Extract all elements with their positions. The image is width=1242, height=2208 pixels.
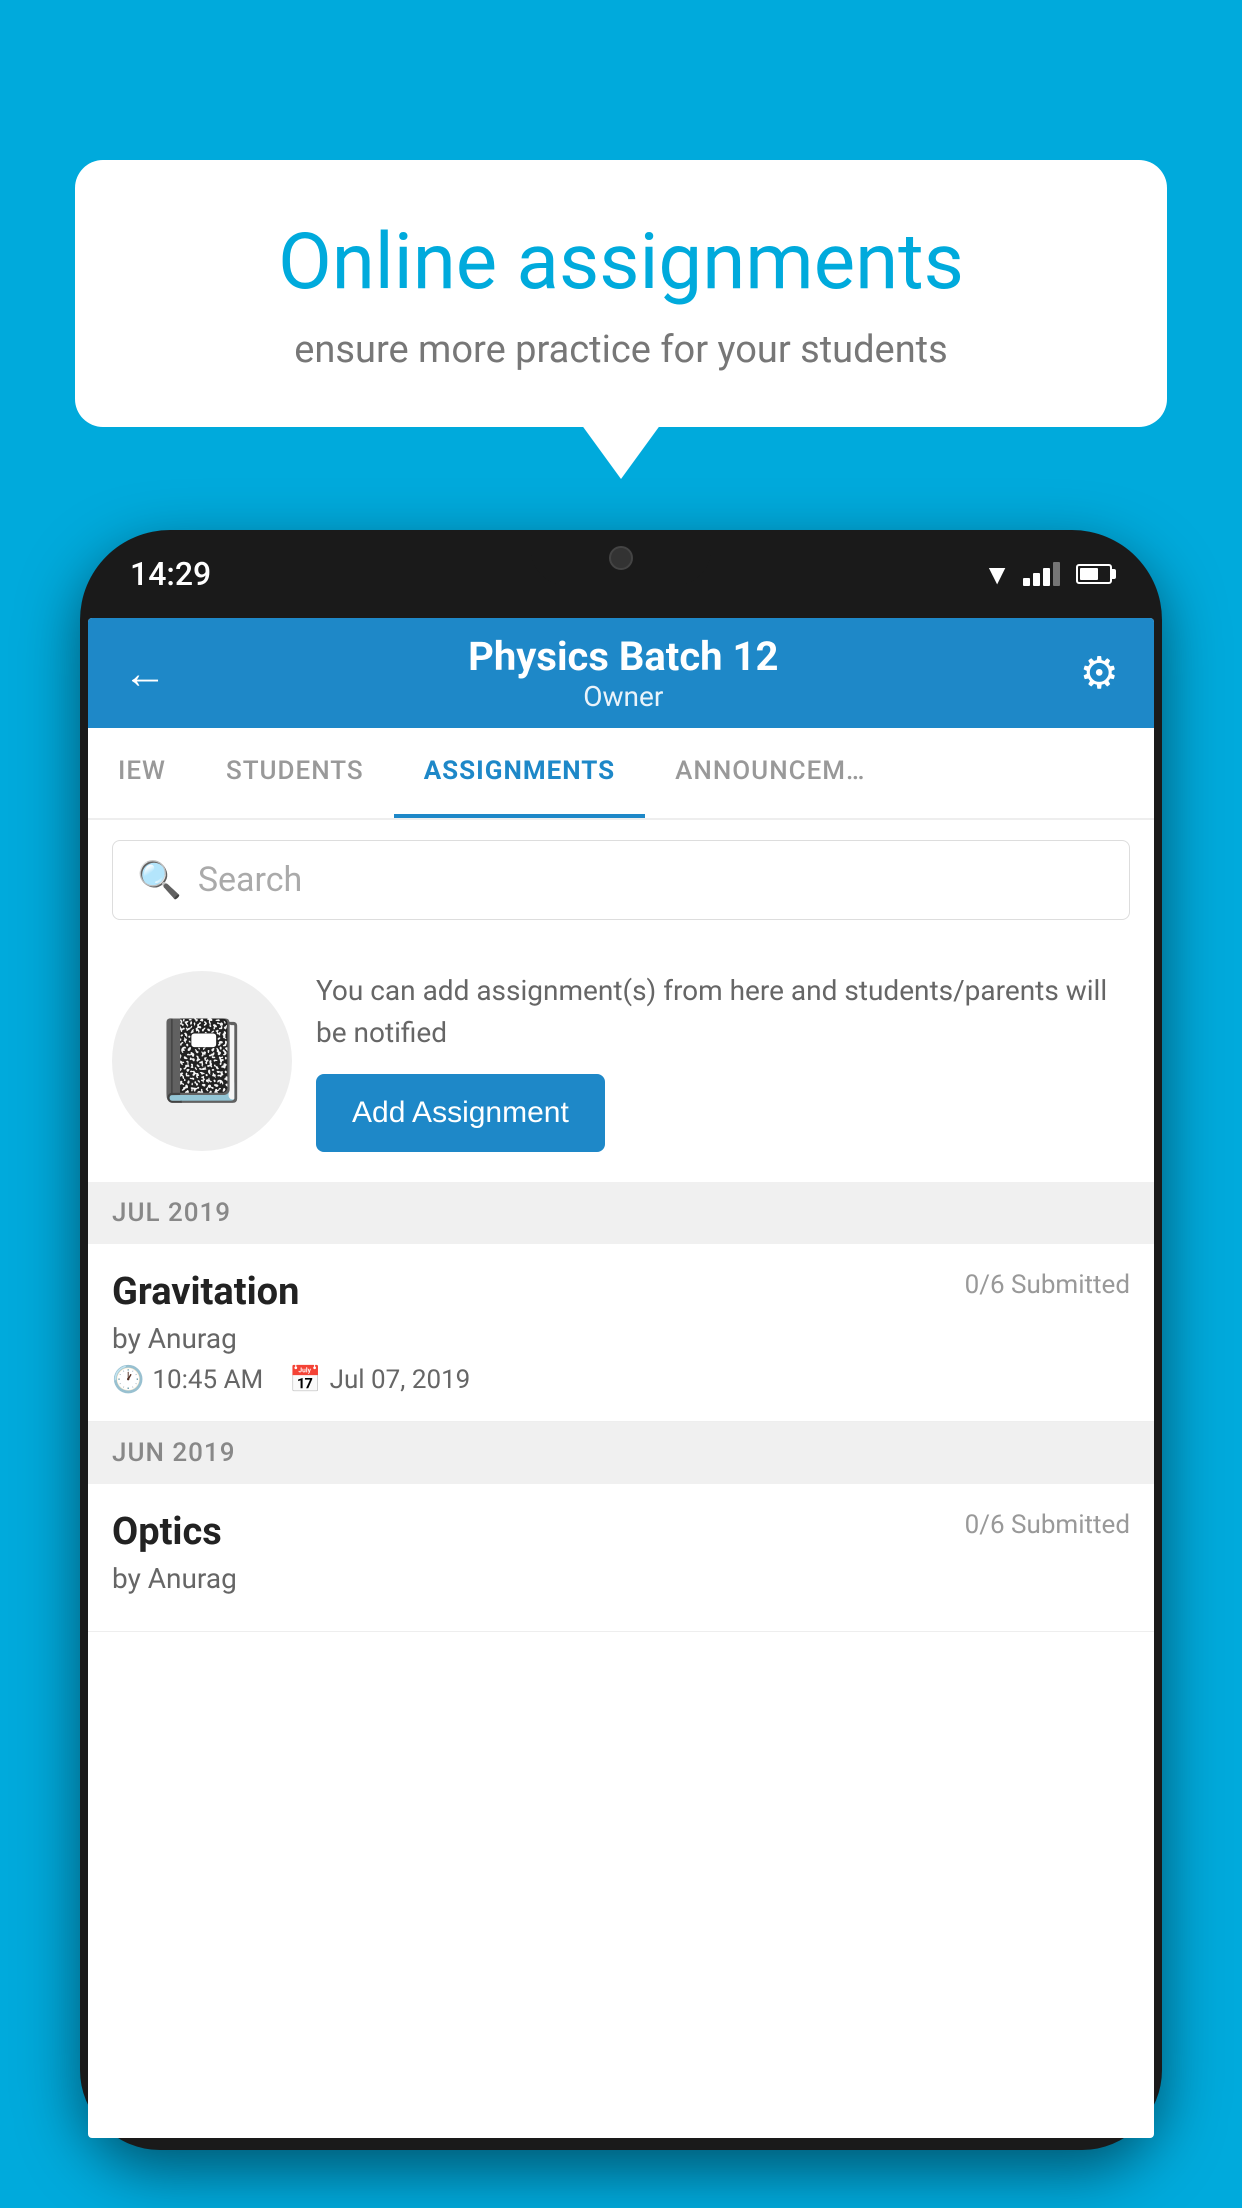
tab-assignments[interactable]: ASSIGNMENTS xyxy=(394,728,645,818)
camera-dot xyxy=(609,546,633,570)
signal-bar-1 xyxy=(1023,578,1030,586)
section-jul-2019: JUL 2019 xyxy=(88,1182,1154,1244)
assignment-author: by Anurag xyxy=(112,1322,1130,1355)
time-value: 10:45 AM xyxy=(152,1365,263,1395)
back-button[interactable]: ← xyxy=(123,647,167,699)
notebook-icon: 📓 xyxy=(152,1014,252,1108)
speech-bubble-title: Online assignments xyxy=(145,220,1097,306)
signal-bar-4 xyxy=(1053,562,1060,586)
tab-iew[interactable]: IEW xyxy=(88,728,196,818)
assignment-gravitation[interactable]: Gravitation 0/6 Submitted by Anurag 🕐 10… xyxy=(88,1244,1154,1422)
signal-bar-3 xyxy=(1043,568,1050,586)
signal-icon xyxy=(1023,562,1060,586)
speech-bubble-container: Online assignments ensure more practice … xyxy=(75,160,1167,427)
battery-icon xyxy=(1076,564,1112,584)
assignment-meta: 🕐 10:45 AM 📅 Jul 07, 2019 xyxy=(112,1365,1130,1395)
speech-bubble: Online assignments ensure more practice … xyxy=(75,160,1167,427)
date-value: Jul 07, 2019 xyxy=(330,1365,471,1395)
optics-submitted: 0/6 Submitted xyxy=(965,1510,1130,1540)
assignment-row-top: Gravitation 0/6 Submitted xyxy=(112,1270,1130,1314)
header-title: Physics Batch 12 xyxy=(468,633,778,680)
optics-row-top: Optics 0/6 Submitted xyxy=(112,1510,1130,1554)
search-icon: 🔍 xyxy=(137,859,182,901)
phone-outer: 14:29 ▼ ← xyxy=(80,530,1162,2150)
section-jun-2019: JUN 2019 xyxy=(88,1422,1154,1484)
search-container: 🔍 Search xyxy=(88,820,1154,940)
speech-bubble-subtitle: ensure more practice for your students xyxy=(145,328,1097,372)
promo-description: You can add assignment(s) from here and … xyxy=(316,970,1130,1054)
app-header: ← Physics Batch 12 Owner ⚙ xyxy=(88,618,1154,728)
assignment-date: 📅 Jul 07, 2019 xyxy=(289,1365,470,1395)
clock-icon: 🕐 xyxy=(112,1365,144,1395)
promo-section: 📓 You can add assignment(s) from here an… xyxy=(88,940,1154,1182)
header-center: Physics Batch 12 Owner xyxy=(468,633,778,713)
promo-text-area: You can add assignment(s) from here and … xyxy=(316,970,1130,1152)
search-bar[interactable]: 🔍 Search xyxy=(112,840,1130,920)
phone-screen: ← Physics Batch 12 Owner ⚙ IEW STUDENTS … xyxy=(88,618,1154,2138)
assignment-submitted: 0/6 Submitted xyxy=(965,1270,1130,1300)
signal-bar-2 xyxy=(1033,573,1040,586)
header-subtitle: Owner xyxy=(468,680,778,713)
status-bar: 14:29 ▼ xyxy=(80,530,1162,618)
wifi-icon: ▼ xyxy=(983,558,1011,591)
phone-notch xyxy=(531,530,711,585)
add-assignment-button[interactable]: Add Assignment xyxy=(316,1074,605,1152)
assignment-optics[interactable]: Optics 0/6 Submitted by Anurag xyxy=(88,1484,1154,1632)
tab-announcements[interactable]: ANNOUNCEM… xyxy=(645,728,895,818)
promo-icon-circle: 📓 xyxy=(112,971,292,1151)
optics-author: by Anurag xyxy=(112,1562,1130,1595)
calendar-icon: 📅 xyxy=(289,1365,321,1395)
assignment-time: 🕐 10:45 AM xyxy=(112,1365,263,1395)
tabs-bar: IEW STUDENTS ASSIGNMENTS ANNOUNCEM… xyxy=(88,728,1154,820)
battery-fill xyxy=(1080,568,1098,580)
search-placeholder: Search xyxy=(198,860,302,900)
status-icons: ▼ xyxy=(983,558,1112,591)
gear-icon[interactable]: ⚙ xyxy=(1080,647,1119,699)
phone-container: 14:29 ▼ ← xyxy=(80,530,1162,2208)
status-time: 14:29 xyxy=(130,555,211,593)
tab-students[interactable]: STUDENTS xyxy=(196,728,394,818)
optics-name: Optics xyxy=(112,1510,222,1554)
assignment-name: Gravitation xyxy=(112,1270,299,1314)
